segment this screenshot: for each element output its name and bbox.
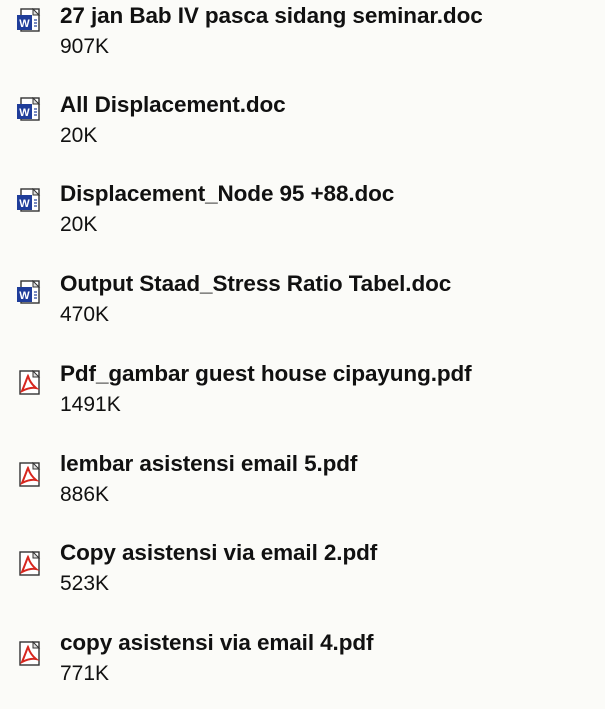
file-name[interactable]: lembar asistensi email 5.pdf xyxy=(60,450,357,478)
file-item[interactable]: Pdf_gambar guest house cipayung.pdf 1491… xyxy=(0,360,605,440)
file-size: 523K xyxy=(60,572,110,595)
pdf-icon xyxy=(16,370,42,396)
file-item[interactable]: copy asistensi via email 4.pdf 771K xyxy=(0,629,605,709)
word-doc-icon: W xyxy=(16,280,42,306)
file-name[interactable]: Pdf_gambar guest house cipayung.pdf xyxy=(60,360,472,388)
pdf-icon xyxy=(16,641,42,667)
svg-text:W: W xyxy=(19,107,30,119)
file-name[interactable]: copy asistensi via email 4.pdf xyxy=(60,629,373,657)
file-name[interactable]: Displacement_Node 95 +88.doc xyxy=(60,180,394,208)
svg-text:W: W xyxy=(19,18,30,30)
file-item[interactable]: W Displacement_Node 95 +88.doc 20K xyxy=(0,180,605,260)
pdf-icon xyxy=(16,462,42,488)
word-doc-icon: W xyxy=(16,188,42,214)
file-name[interactable]: Output Staad_Stress Ratio Tabel.doc xyxy=(60,270,451,298)
pdf-icon xyxy=(16,551,42,577)
file-item[interactable]: lembar asistensi email 5.pdf 886K xyxy=(0,450,605,530)
file-size: 1491K xyxy=(60,393,121,416)
file-name[interactable]: Copy asistensi via email 2.pdf xyxy=(60,539,377,567)
file-size: 20K xyxy=(60,124,98,147)
file-size: 886K xyxy=(60,483,110,506)
file-size: 771K xyxy=(60,662,110,685)
file-size: 470K xyxy=(60,303,110,326)
file-size: 907K xyxy=(60,35,110,58)
word-doc-icon: W xyxy=(16,97,42,123)
file-item[interactable]: W 27 jan Bab IV pasca sidang seminar.doc… xyxy=(0,2,605,82)
file-item[interactable]: W Output Staad_Stress Ratio Tabel.doc 47… xyxy=(0,270,605,350)
file-size: 20K xyxy=(60,213,98,236)
file-name[interactable]: All Displacement.doc xyxy=(60,91,286,119)
word-doc-icon: W xyxy=(16,8,42,34)
file-item[interactable]: Copy asistensi via email 2.pdf 523K xyxy=(0,539,605,619)
file-name[interactable]: 27 jan Bab IV pasca sidang seminar.doc xyxy=(60,2,483,30)
file-item[interactable]: W All Displacement.doc 20K xyxy=(0,91,605,171)
svg-text:W: W xyxy=(19,198,30,210)
svg-text:W: W xyxy=(19,290,30,302)
